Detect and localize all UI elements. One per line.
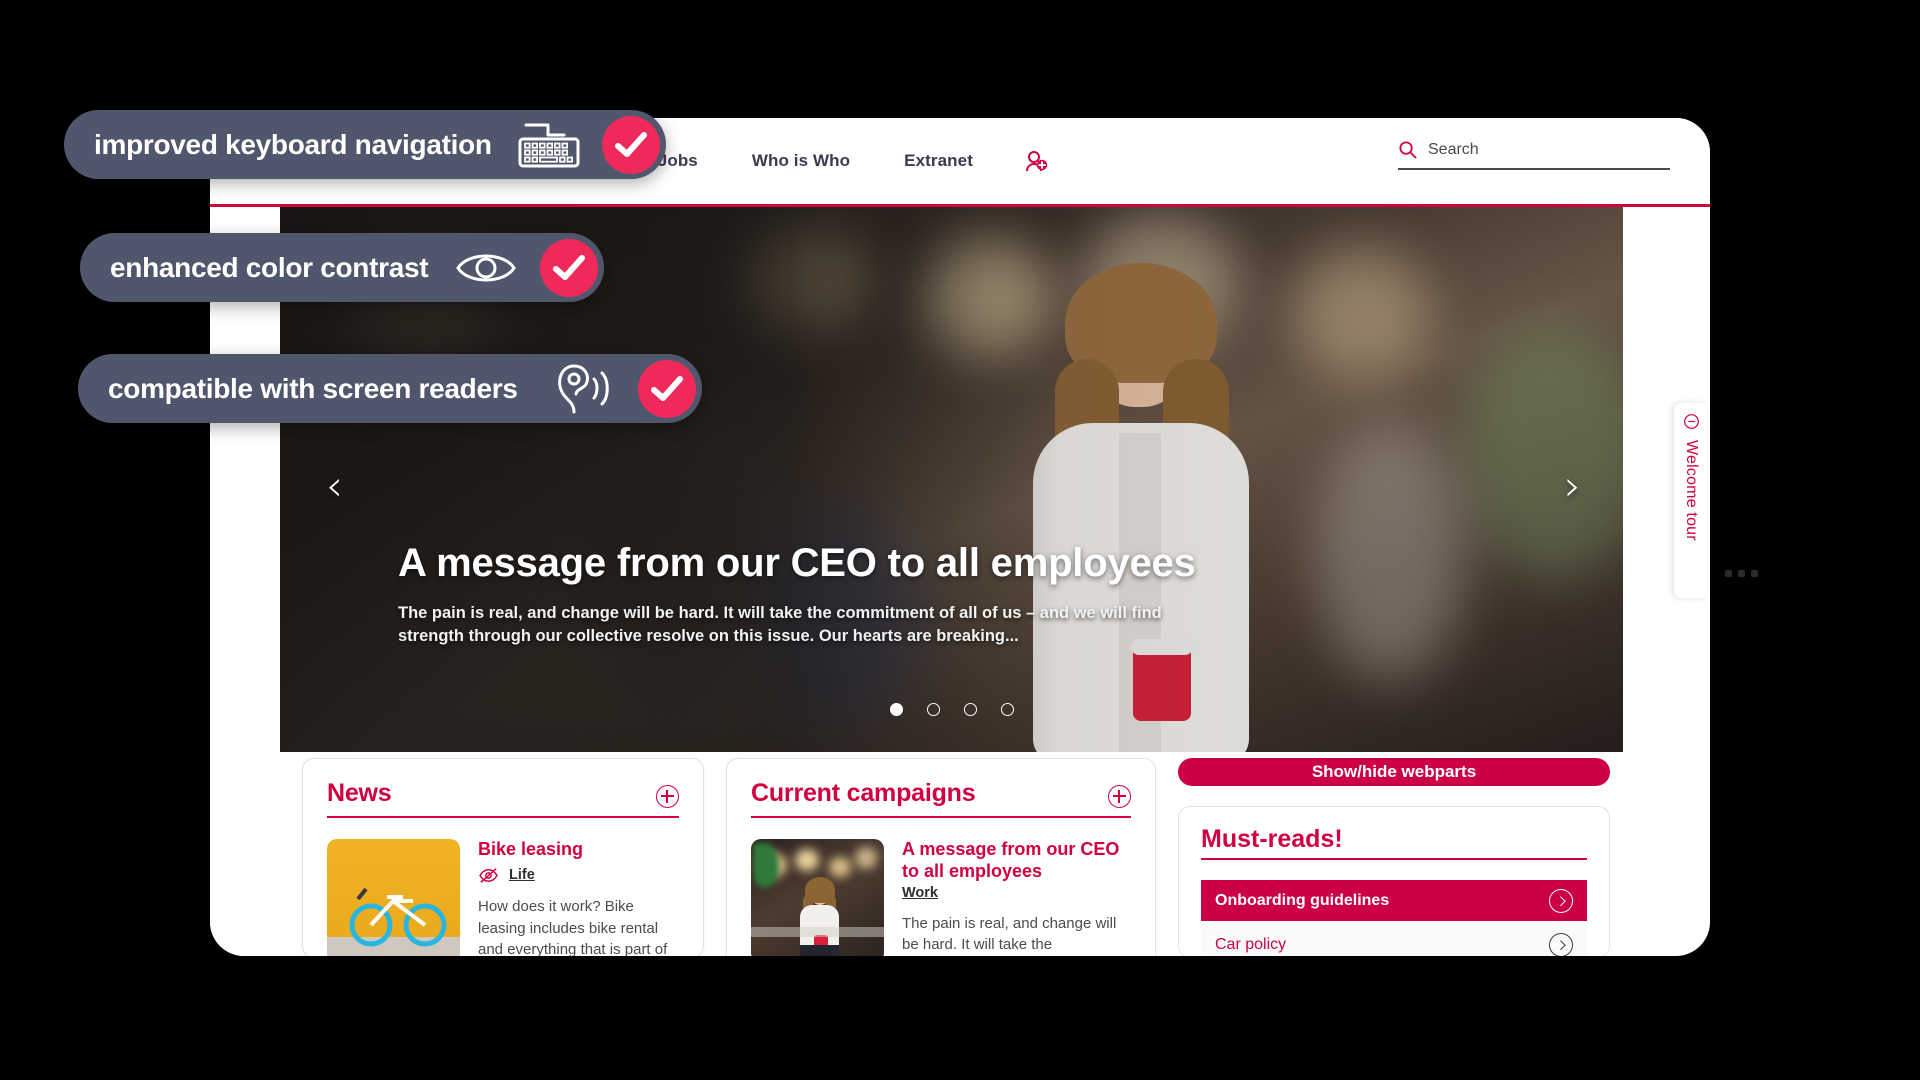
welcome-tour-tab[interactable]: Welcome tour xyxy=(1674,403,1708,598)
campaign-item-tag[interactable]: Work xyxy=(902,885,938,901)
campaign-item[interactable]: A message from our CEO to all employees … xyxy=(751,839,1131,956)
must-read-row[interactable]: Car policy xyxy=(1201,924,1587,956)
campaigns-divider xyxy=(751,816,1131,818)
campaign-item-thumbnail xyxy=(751,839,884,956)
more-options-icon[interactable] xyxy=(1725,570,1758,577)
nav-item-label: Extranet xyxy=(904,151,973,170)
carousel-dot-3[interactable] xyxy=(963,703,977,716)
carousel-dot-2[interactable] xyxy=(926,703,940,716)
carousel-dot-4[interactable] xyxy=(1000,703,1014,716)
news-item-title[interactable]: Bike leasing xyxy=(478,839,679,861)
search-icon xyxy=(1399,141,1417,159)
campaign-item-tagline: Work xyxy=(902,885,1131,901)
nav-item-label: Who is Who xyxy=(751,151,851,170)
news-webpart: News Bike leasing Life How does it work?… xyxy=(302,758,704,956)
carousel-dots[interactable] xyxy=(280,703,1623,716)
campaign-item-body: A message from our CEO to all employees … xyxy=(902,839,1131,956)
search-box[interactable]: Search xyxy=(1398,140,1670,170)
must-reads-title: Must-reads! xyxy=(1201,825,1343,854)
must-read-row[interactable]: Onboarding guidelines xyxy=(1201,880,1587,922)
news-item-body: Bike leasing Life How does it work? Bike… xyxy=(478,839,679,956)
plus-circle-icon[interactable] xyxy=(656,785,679,808)
content-area: News Bike leasing Life How does it work?… xyxy=(280,758,1690,956)
must-reads-list: Onboarding guidelines Car policy Updated… xyxy=(1201,880,1587,956)
campaigns-title: Current campaigns xyxy=(751,779,976,807)
news-item-thumbnail xyxy=(327,839,460,956)
hero-subtitle: The pain is real, and change will be har… xyxy=(398,604,1162,646)
hero-text-block: A message from our CEO to all employees … xyxy=(398,541,1258,649)
callout-color-contrast: enhanced color contrast xyxy=(80,233,605,302)
callout-label: enhanced color contrast xyxy=(110,251,429,283)
campaigns-header: Current campaigns xyxy=(751,779,1131,808)
right-column: Show/hide webparts Must-reads! Onboardin… xyxy=(1178,758,1610,956)
check-icon xyxy=(553,254,586,280)
callout-screen-readers: compatible with screen readers xyxy=(78,354,702,423)
must-read-label: Car policy xyxy=(1215,935,1287,953)
hero-title: A message from our CEO to all employees xyxy=(398,541,1196,585)
must-reads-divider xyxy=(1201,858,1587,861)
ear-listening-icon xyxy=(544,362,616,416)
news-item[interactable]: Bike leasing Life How does it work? Bike… xyxy=(327,839,679,956)
news-item-tagline: Life xyxy=(478,867,679,884)
check-badge xyxy=(601,115,660,174)
campaigns-webpart: Current campaigns A message from our CEO… xyxy=(726,758,1156,956)
must-reads-webpart: Must-reads! Onboarding guidelines Car po… xyxy=(1178,806,1610,956)
carousel-dot-1[interactable] xyxy=(889,703,903,716)
must-read-label: Onboarding guidelines xyxy=(1215,891,1390,909)
eye-off-icon xyxy=(479,867,498,883)
chevron-right-circle-icon[interactable] xyxy=(1549,888,1573,913)
callout-keyboard-navigation: improved keyboard navigation xyxy=(64,110,666,179)
nav-item-extranet[interactable]: Extranet xyxy=(877,151,1000,171)
check-icon xyxy=(614,131,647,157)
news-header: News xyxy=(327,779,679,808)
welcome-tour-label: Welcome tour xyxy=(1683,440,1700,541)
news-item-tag[interactable]: Life xyxy=(509,867,535,883)
left-rail xyxy=(210,207,280,956)
news-title: News xyxy=(327,779,392,807)
search-underline xyxy=(1398,168,1670,170)
info-circle-icon xyxy=(1683,414,1699,429)
news-divider xyxy=(327,816,679,818)
check-icon xyxy=(650,375,683,401)
check-badge xyxy=(637,359,696,418)
callout-label: improved keyboard navigation xyxy=(94,128,492,160)
search-input[interactable]: Search xyxy=(1428,141,1479,159)
carousel-next-button[interactable]: › xyxy=(1564,465,1581,507)
callout-label: compatible with screen readers xyxy=(108,372,518,404)
show-hide-webparts-button[interactable]: Show/hide webparts xyxy=(1178,758,1610,787)
chevron-right-circle-icon[interactable] xyxy=(1549,932,1573,956)
carousel-prev-button[interactable]: ‹ xyxy=(326,465,343,507)
keyboard-icon xyxy=(518,121,580,169)
campaign-item-title[interactable]: A message from our CEO to all employees xyxy=(902,839,1131,883)
person-add-icon[interactable] xyxy=(1024,149,1050,173)
eye-icon xyxy=(454,247,518,289)
campaign-item-description: The pain is real, and change will be har… xyxy=(902,914,1117,954)
news-item-description: How does it work? Bike leasing includes … xyxy=(478,897,668,956)
check-badge xyxy=(540,238,599,297)
plus-circle-icon[interactable] xyxy=(1108,785,1131,808)
nav-item-who-is-who[interactable]: Who is Who xyxy=(725,151,877,171)
